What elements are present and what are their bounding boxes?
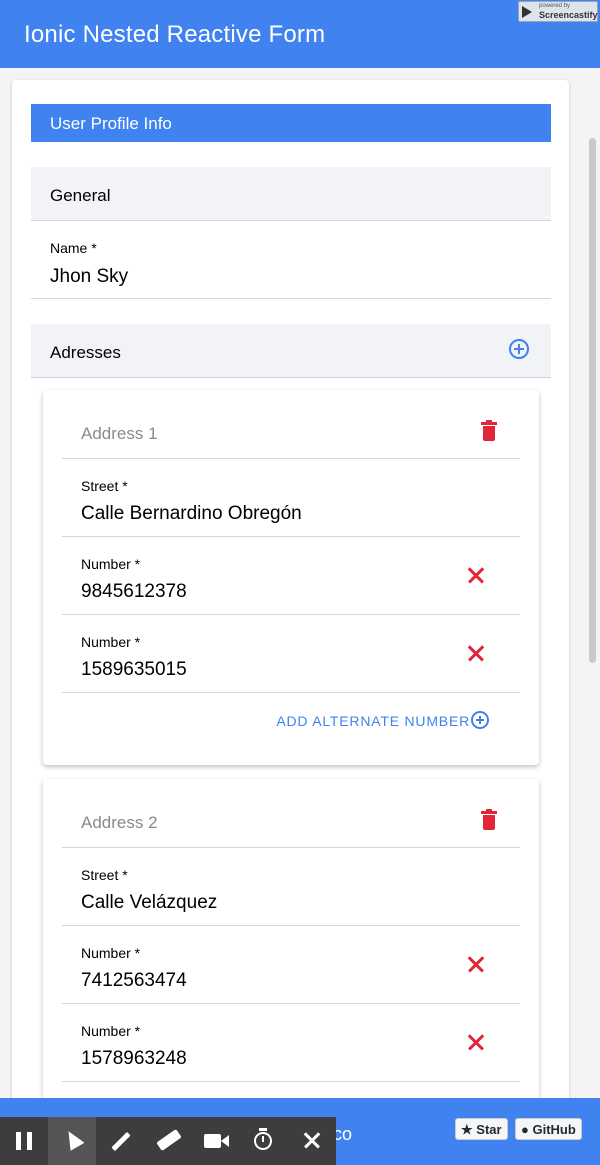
name-label: Name * — [50, 240, 97, 256]
add-circle-icon — [471, 711, 489, 730]
timer-icon[interactable] — [240, 1117, 288, 1165]
number-input[interactable]: 9845612378 — [81, 581, 187, 603]
add-alternate-number-button[interactable]: ADD ALTERNATE NUMBER — [276, 711, 489, 731]
number-label: Number * — [81, 634, 141, 650]
github-link-button[interactable]: ● GitHub — [515, 1118, 582, 1140]
number-field[interactable]: Number * 1578963248 — [62, 1004, 520, 1082]
form-card: User Profile Info General Name * Jhon Sk… — [12, 80, 569, 1098]
star-icon: ★ — [461, 1122, 473, 1137]
add-alternate-number-label: ADD ALTERNATE NUMBER — [276, 713, 470, 729]
general-divider: General — [31, 167, 551, 221]
number-input[interactable]: 1589635015 — [81, 659, 187, 681]
number-field[interactable]: Number * 1589635015 — [62, 615, 520, 693]
scrollbar[interactable] — [589, 138, 596, 663]
street-input[interactable]: Calle Bernardino Obregón — [81, 503, 302, 525]
section-title: User Profile Info — [50, 114, 172, 133]
number-label: Number * — [81, 556, 141, 572]
number-label: Number * — [81, 945, 141, 961]
street-field[interactable]: Street * Calle Velázquez — [62, 848, 520, 926]
remove-number-icon[interactable] — [467, 644, 485, 662]
github-star-button[interactable]: ★ Star — [455, 1118, 508, 1140]
street-input[interactable]: Calle Velázquez — [81, 892, 217, 914]
address-title-row — [62, 779, 520, 848]
address-title-row — [62, 390, 520, 459]
street-label: Street * — [81, 867, 128, 883]
screencastify-badge[interactable]: powered by Screencastify — [518, 1, 598, 22]
camera-icon[interactable] — [192, 1117, 240, 1165]
github-label: GitHub — [532, 1122, 576, 1137]
number-label: Number * — [81, 1023, 141, 1039]
screencastify-logo-icon — [522, 6, 532, 18]
address-card-1: Address 1 Street * Calle Bernardino Obre… — [43, 390, 539, 765]
star-label: Star — [476, 1122, 502, 1137]
add-address-icon[interactable] — [509, 339, 529, 359]
street-label: Street * — [81, 478, 128, 494]
close-icon[interactable] — [288, 1117, 336, 1165]
number-field[interactable]: Number * 7412563474 — [62, 926, 520, 1004]
app-title: Ionic Nested Reactive Form — [24, 21, 326, 48]
name-input[interactable]: Jhon Sky — [50, 266, 128, 288]
number-input[interactable]: 1578963248 — [81, 1048, 187, 1070]
number-field[interactable]: Number * 9845612378 — [62, 537, 520, 615]
addresses-divider: Adresses — [31, 324, 551, 378]
general-header: General — [50, 186, 111, 205]
addresses-header: Adresses — [50, 343, 121, 362]
pen-icon[interactable] — [96, 1117, 144, 1165]
remove-number-icon[interactable] — [467, 566, 485, 584]
github-icon: ● — [521, 1122, 529, 1137]
badge-brand: Screencastify — [539, 10, 598, 20]
page-content[interactable]: User Profile Info General Name * Jhon Sk… — [0, 68, 600, 1098]
name-field[interactable]: Name * Jhon Sky — [31, 221, 551, 299]
screen-recorder-toolbar — [0, 1117, 336, 1165]
remove-number-icon[interactable] — [467, 955, 485, 973]
street-field[interactable]: Street * Calle Bernardino Obregón — [62, 459, 520, 537]
badge-powered-by: powered by — [539, 3, 571, 9]
remove-number-icon[interactable] — [467, 1033, 485, 1051]
cursor-icon[interactable] — [48, 1117, 96, 1165]
eraser-icon[interactable] — [144, 1117, 192, 1165]
address-card-2: Address 2 Street * Calle Velázquez Numbe… — [43, 779, 539, 1098]
pause-icon[interactable] — [0, 1117, 48, 1165]
number-input[interactable]: 7412563474 — [81, 970, 187, 992]
section-title-bar: User Profile Info — [31, 104, 551, 142]
app-header: Ionic Nested Reactive Form powered by Sc… — [0, 0, 600, 68]
